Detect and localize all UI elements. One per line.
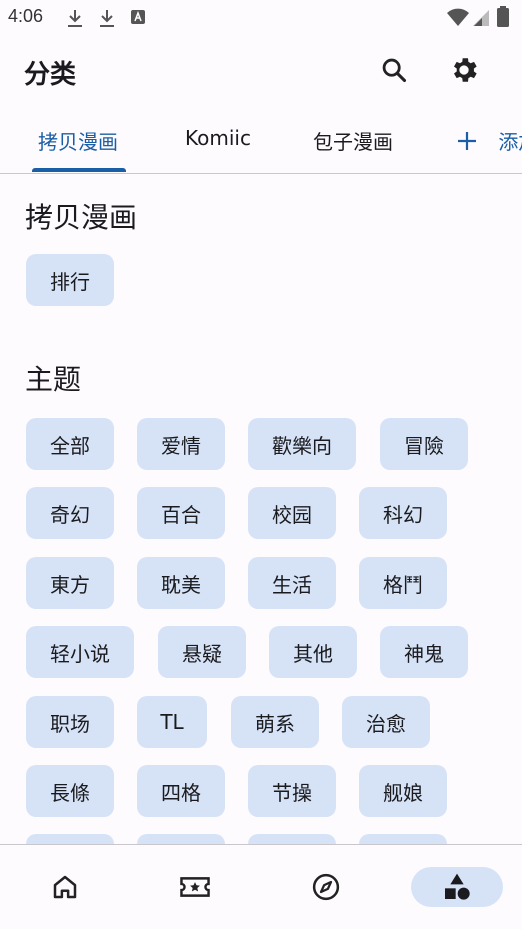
cellular-icon	[472, 8, 490, 32]
explore-icon	[312, 873, 340, 901]
chip-category-partial[interactable]	[26, 834, 114, 844]
chip-category[interactable]: 节操	[248, 765, 336, 817]
bottom-navigation	[0, 844, 522, 929]
add-icon	[458, 132, 476, 150]
section-title: 主题	[25, 363, 82, 396]
tab-baozi-manga[interactable]: 包子漫画	[313, 126, 393, 155]
chip-ranking[interactable]: 排行	[26, 254, 114, 306]
home-icon	[53, 875, 77, 899]
page-title: 分类	[24, 60, 77, 90]
chip-category[interactable]: 轻小说	[26, 626, 134, 678]
download-icon	[66, 8, 84, 32]
chip-category[interactable]: 四格	[137, 765, 225, 817]
chip-category[interactable]: 舰娘	[359, 765, 447, 817]
chip-category[interactable]: TL	[137, 696, 207, 748]
chip-category[interactable]: 校园	[248, 487, 336, 539]
status-bar: 4:06	[0, 0, 522, 36]
nav-ticket[interactable]	[149, 867, 241, 907]
nav-explore[interactable]	[280, 867, 372, 907]
chip-category-partial[interactable]	[137, 834, 225, 844]
add-tab-label: 添加	[498, 130, 522, 154]
chip-category[interactable]: 歡樂向	[248, 418, 356, 470]
chip-category-partial[interactable]	[359, 834, 447, 844]
chip-category[interactable]: 生活	[248, 557, 336, 609]
search-button[interactable]	[374, 50, 414, 90]
chip-category[interactable]: 科幻	[359, 487, 447, 539]
chip-category[interactable]: 奇幻	[26, 487, 114, 539]
nav-home[interactable]	[19, 867, 111, 907]
chip-category[interactable]: 長條	[26, 765, 114, 817]
tab-komiic[interactable]: Komiic	[185, 126, 251, 150]
tab-copy-manga[interactable]: 拷贝漫画	[38, 126, 118, 155]
chip-category[interactable]: 百合	[137, 487, 225, 539]
chip-category[interactable]: 格鬥	[359, 557, 447, 609]
chip-category[interactable]: 冒險	[380, 418, 468, 470]
wifi-icon	[446, 8, 470, 32]
chip-category[interactable]: 治愈	[342, 696, 430, 748]
download-icon	[98, 8, 116, 32]
chip-category[interactable]: 東方	[26, 557, 114, 609]
chip-category[interactable]: 萌系	[231, 696, 319, 748]
app-notification-icon	[130, 9, 146, 29]
settings-icon	[454, 58, 477, 82]
chip-category[interactable]: 爱情	[137, 418, 225, 470]
categories-icon	[445, 873, 470, 900]
tab-indicator	[32, 168, 126, 172]
top-app-bar: 分类	[0, 36, 522, 104]
search-icon	[382, 58, 407, 83]
chip-category[interactable]: 神鬼	[380, 626, 468, 678]
section-title: 拷贝漫画	[25, 201, 138, 234]
settings-button[interactable]	[444, 50, 484, 90]
chip-category[interactable]: 耽美	[137, 557, 225, 609]
chip-category[interactable]: 其他	[269, 626, 357, 678]
status-time: 4:06	[8, 6, 44, 26]
nav-categories[interactable]	[411, 867, 503, 907]
chip-category[interactable]: 全部	[26, 418, 114, 470]
add-tab-button[interactable]: 添加	[456, 126, 522, 155]
chip-category[interactable]: 职场	[26, 696, 114, 748]
battery-icon	[496, 6, 510, 32]
chip-category[interactable]: 悬疑	[158, 626, 246, 678]
source-tabs: 拷贝漫画 Komiic 包子漫画 添加	[0, 104, 522, 174]
category-content[interactable]: 拷贝漫画 排行 主题 全部 爱情 歡樂向 冒險 奇幻 百合 校园 科幻 東方 耽…	[0, 174, 522, 844]
chip-category-partial[interactable]	[248, 834, 336, 844]
ticket-icon	[180, 877, 210, 897]
